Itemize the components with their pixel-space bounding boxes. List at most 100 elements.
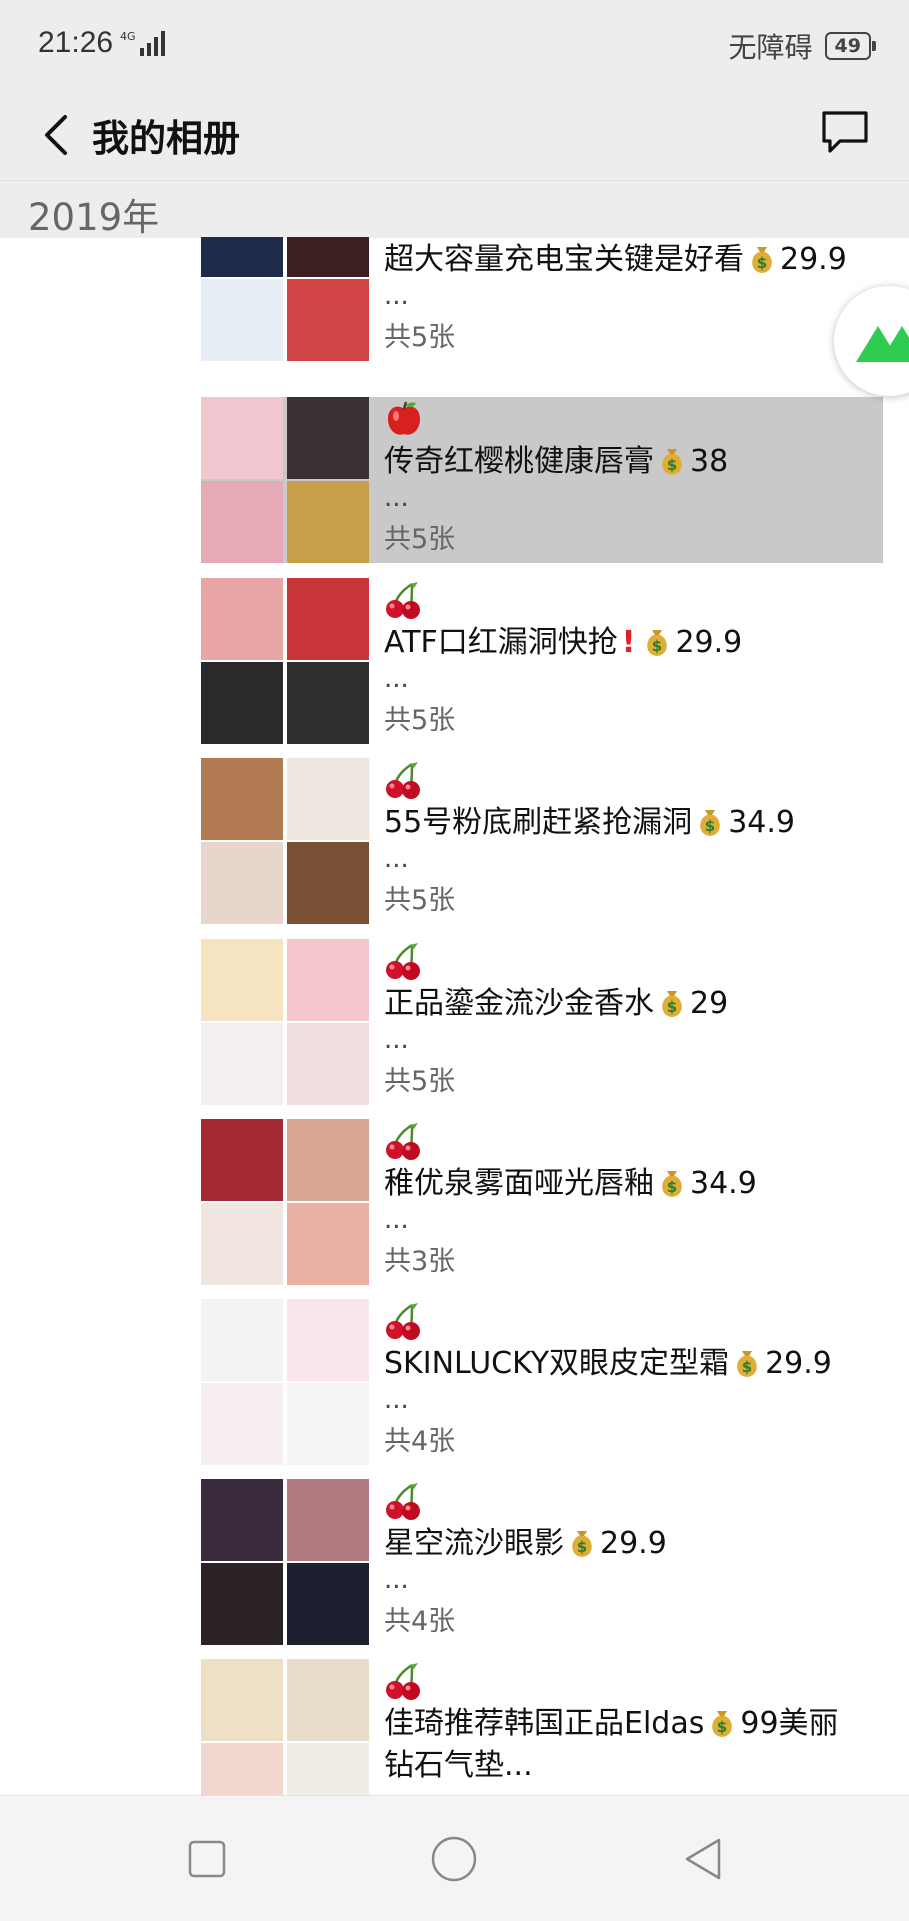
system-nav-bar (0, 1795, 909, 1921)
album-thumbnails (201, 1659, 369, 1795)
comment-icon (822, 111, 868, 153)
money-bag-icon: $ (662, 991, 682, 1017)
album-ellipsis: ... (384, 1025, 409, 1055)
album-item[interactable]: 正品鎏金流沙金香水 $29... 共5张 (201, 939, 883, 1105)
album-thumbnails (201, 1299, 369, 1465)
product-thumbnail (201, 1383, 283, 1465)
product-thumbnail (201, 481, 283, 563)
album-title: SKINLUCKY双眼皮定型霜 $29.9 (384, 1343, 884, 1385)
album-photo-count: 共5张 (384, 885, 456, 916)
svg-text:$: $ (742, 1358, 752, 1376)
album-title-text: 稚优泉雾面哑光唇釉 (384, 1166, 654, 1201)
album-title-text: 佳琦推荐韩国正品Eldas (384, 1706, 705, 1741)
cherries-emoji-icon (386, 1663, 420, 1700)
back-button[interactable] (24, 100, 88, 170)
product-thumbnail (201, 842, 283, 924)
nav-bar: 我的相册 (0, 90, 909, 180)
album-thumbnails (201, 1479, 369, 1645)
album-ellipsis: ... (384, 664, 409, 694)
album-title: ATF口红漏洞快抢! $29.9 (384, 622, 884, 664)
album-price: 29.9 (780, 242, 847, 277)
album-item[interactable]: 55号粉底刷赶紧抢漏洞 $34.9... 共5张 (201, 758, 883, 924)
product-thumbnail (287, 279, 369, 361)
chevron-left-icon (45, 115, 67, 155)
album-price: 34.9 (728, 805, 795, 840)
product-thumbnail (287, 1479, 369, 1561)
year-label: 2019年 (28, 196, 160, 239)
album-ellipsis: ... (384, 1565, 409, 1595)
album-title-text: SKINLUCKY双眼皮定型霜 (384, 1346, 730, 1381)
status-bar: 21:26 4G 无障碍 49 (0, 0, 909, 90)
product-thumbnail (201, 758, 283, 840)
product-thumbnail (287, 758, 369, 840)
svg-text:$: $ (667, 1178, 677, 1196)
product-thumbnail (287, 1383, 369, 1465)
product-thumbnail (201, 279, 283, 361)
album-ellipsis: ... (384, 1205, 409, 1235)
circle-icon (431, 1836, 477, 1882)
product-thumbnail (287, 1299, 369, 1381)
album-title-line2: 钻石气垫... (384, 1748, 533, 1783)
album-photo-count: 共3张 (384, 1246, 456, 1277)
album-item[interactable]: ATF口红漏洞快抢! $29.9... 共5张 (201, 578, 883, 744)
product-thumbnail (201, 237, 283, 277)
page-title: 我的相册 (92, 117, 240, 160)
album-item[interactable]: 超大容量充电宝关键是好看 $29.9... 共5张 (201, 237, 883, 361)
product-thumbnail (201, 1023, 283, 1105)
message-button[interactable] (815, 102, 875, 162)
product-thumbnail (287, 662, 369, 744)
album-thumbnails (201, 1119, 369, 1285)
album-photo-count: 共4张 (384, 1606, 456, 1637)
product-thumbnail (287, 842, 369, 924)
album-list[interactable]: 超大容量充电宝关键是好看 $29.9... 共5张 传奇红樱桃健康唇膏 $38... 共5… (0, 237, 909, 1795)
product-thumbnail (201, 1299, 283, 1381)
album-thumbnails (201, 237, 369, 361)
product-thumbnail (287, 1563, 369, 1645)
album-price: 99美丽 (740, 1706, 839, 1741)
product-thumbnail (201, 662, 283, 744)
year-header: 2019年 (0, 180, 909, 239)
album-price: 34.9 (690, 1166, 757, 1201)
album-title: 佳琦推荐韩国正品Eldas $99美丽钻石气垫... (384, 1703, 884, 1787)
album-item[interactable]: 星空流沙眼影 $29.9... 共4张 (201, 1479, 883, 1645)
album-title: 超大容量充电宝关键是好看 $29.9 (384, 239, 884, 281)
album-price: 29 (690, 986, 729, 1021)
green-mountain-icon (856, 326, 909, 362)
product-thumbnail (287, 237, 369, 277)
album-item[interactable]: 稚优泉雾面哑光唇釉 $34.9... 共3张 (201, 1119, 883, 1285)
triangle-back-icon (685, 1838, 721, 1880)
album-price: 29.9 (600, 1526, 667, 1561)
album-thumbnails (201, 578, 369, 744)
exclamation-icon: ! (621, 625, 636, 660)
product-thumbnail (201, 1659, 283, 1741)
svg-text:$: $ (705, 817, 715, 835)
home-button[interactable] (421, 1826, 487, 1892)
cherries-emoji-icon (386, 1303, 420, 1340)
product-thumbnail (287, 397, 369, 479)
product-thumbnail (201, 397, 283, 479)
signal-icon: 4G (118, 28, 168, 64)
money-bag-icon: $ (662, 449, 682, 475)
album-price: 29.9 (675, 625, 743, 660)
floating-green-button[interactable] (834, 286, 909, 396)
album-title-text: ATF口红漏洞快抢 (384, 625, 618, 660)
back-nav-button[interactable] (670, 1826, 736, 1892)
product-thumbnail (201, 1203, 283, 1285)
album-ellipsis: ... (384, 844, 409, 874)
product-thumbnail (201, 578, 283, 660)
album-item[interactable]: SKINLUCKY双眼皮定型霜 $29.9... 共4张 (201, 1299, 883, 1465)
album-title-text: 传奇红樱桃健康唇膏 (384, 444, 654, 479)
network-type-label: 4G (120, 30, 136, 43)
album-thumbnails (201, 939, 369, 1105)
album-title: 传奇红樱桃健康唇膏 $38 (384, 441, 884, 483)
recent-apps-button[interactable] (174, 1826, 240, 1892)
svg-text:$: $ (717, 1718, 727, 1736)
album-item[interactable]: 传奇红樱桃健康唇膏 $38... 共5张 (201, 397, 883, 563)
album-ellipsis: ... (384, 483, 409, 513)
cherries-emoji-icon (386, 582, 420, 619)
album-item[interactable]: 佳琦推荐韩国正品Eldas$99美丽钻石气垫...共5张 (201, 1659, 883, 1795)
svg-text:$: $ (652, 637, 662, 655)
svg-text:$: $ (577, 1538, 587, 1556)
album-thumbnails (201, 397, 369, 563)
money-bag-icon: $ (700, 810, 720, 836)
